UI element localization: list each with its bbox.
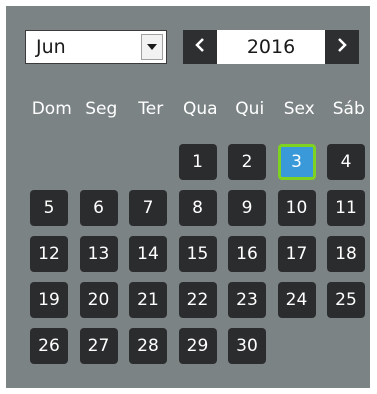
day-cell[interactable]: 26 (30, 328, 68, 364)
next-year-button[interactable] (325, 30, 359, 64)
weekday-label: Sex (283, 99, 315, 119)
chevron-right-icon (337, 37, 347, 57)
day-cell[interactable]: 1 (178, 144, 217, 180)
day-cell[interactable]: 12 (30, 236, 68, 272)
month-select-value: Jun (36, 36, 66, 58)
day-cell[interactable]: 23 (228, 282, 266, 318)
day-cell[interactable]: 27 (79, 328, 118, 364)
day-cell[interactable]: 11 (327, 190, 365, 226)
weekday-label: Dom (31, 99, 72, 119)
day-cell[interactable]: 24 (277, 282, 316, 318)
weekday-header: Dom Seg Ter Qua Qui Sex Sáb (27, 98, 373, 120)
day-cell[interactable]: 2 (228, 144, 266, 180)
day-cell[interactable]: 28 (129, 328, 167, 364)
day-cell[interactable]: 19 (30, 282, 68, 318)
day-cell[interactable]: 18 (327, 236, 365, 272)
day-cell[interactable]: 8 (178, 190, 217, 226)
year-display: 2016 (217, 30, 325, 64)
day-cell[interactable]: 14 (129, 236, 167, 272)
day-cell[interactable]: 7 (129, 190, 167, 226)
day-cell[interactable]: 20 (79, 282, 118, 318)
day-cell[interactable]: 25 (327, 282, 365, 318)
prev-year-button[interactable] (183, 30, 217, 64)
chevron-left-icon (195, 37, 205, 57)
day-cell[interactable]: 29 (178, 328, 217, 364)
date-picker: Jun 2016 Dom Seg Ter Qua Qui Sex Sáb 123456789… (6, 6, 370, 388)
chevron-down-icon[interactable] (141, 34, 163, 60)
day-cell[interactable]: 30 (228, 328, 266, 364)
day-cell[interactable]: 21 (129, 282, 167, 318)
weekday-label: Ter (138, 99, 164, 119)
day-cell-selected[interactable]: 3 (277, 144, 316, 180)
day-cell[interactable]: 4 (327, 144, 365, 180)
weekday-label: Qua (182, 99, 218, 119)
day-cell[interactable]: 22 (178, 282, 217, 318)
day-cell[interactable]: 13 (79, 236, 118, 272)
day-cell[interactable]: 17 (277, 236, 316, 272)
day-cell[interactable]: 10 (277, 190, 316, 226)
day-cell[interactable]: 15 (178, 236, 217, 272)
day-cell[interactable]: 16 (228, 236, 266, 272)
day-cell[interactable]: 9 (228, 190, 266, 226)
weekday-label: Sáb (332, 99, 365, 119)
weekday-label: Qui (235, 99, 265, 119)
weekday-label: Seg (85, 99, 118, 119)
month-select[interactable]: Jun (25, 30, 167, 64)
day-cell[interactable]: 6 (79, 190, 118, 226)
day-cell[interactable]: 5 (30, 190, 68, 226)
